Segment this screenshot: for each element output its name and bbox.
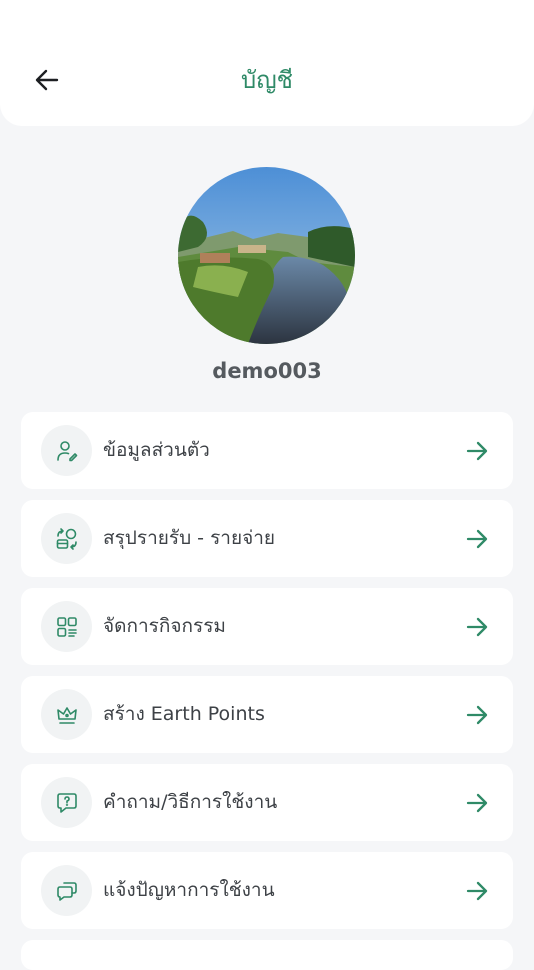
crown-icon (41, 689, 92, 740)
menu-item-partial[interactable] (21, 940, 513, 970)
menu-item-income-expense[interactable]: สรุปรายรับ - รายจ่าย (21, 500, 513, 577)
app-header: บัญชี (0, 0, 534, 126)
arrow-right-icon (466, 881, 488, 901)
user-edit-icon (41, 425, 92, 476)
menu-item-label: จัดการกิจกรรม (103, 615, 226, 637)
menu-item-manage-activities[interactable]: จัดการกิจกรรม (21, 588, 513, 665)
arrow-right-icon (466, 617, 488, 637)
chat-bubbles-icon (41, 865, 92, 916)
question-chat-icon (41, 777, 92, 828)
menu-item-label: สรุปรายรับ - รายจ่าย (103, 527, 276, 549)
menu-item-personal-info[interactable]: ข้อมูลส่วนตัว (21, 412, 513, 489)
page-title: บัญชี (241, 66, 293, 94)
arrow-right-icon (466, 441, 488, 461)
arrow-right-icon (466, 793, 488, 813)
menu-item-label: สร้าง Earth Points (103, 703, 265, 725)
grid-list-icon (41, 601, 92, 652)
menu-item-label: ข้อมูลส่วนตัว (103, 439, 210, 461)
menu-item-label: คำถาม/วิธีการใช้งาน (103, 791, 278, 813)
menu-item-faq[interactable]: คำถาม/วิธีการใช้งาน (21, 764, 513, 841)
menu-item-report-problem[interactable]: แจ้งปัญหาการใช้งาน (21, 852, 513, 929)
money-exchange-icon (41, 513, 92, 564)
menu-item-create-earth-points[interactable]: สร้าง Earth Points (21, 676, 513, 753)
arrow-right-icon (466, 529, 488, 549)
avatar[interactable] (178, 167, 355, 344)
menu-item-label: แจ้งปัญหาการใช้งาน (103, 879, 275, 901)
arrow-right-icon (466, 705, 488, 725)
username: demo003 (212, 359, 322, 383)
